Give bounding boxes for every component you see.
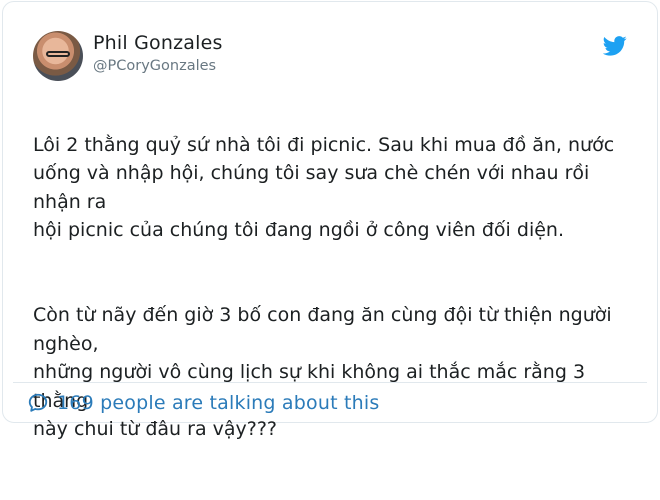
tweet-text: Lôi 2 thằng quỷ sứ nhà tôi đi picnic. Sa… bbox=[33, 102, 639, 500]
talking-count-text[interactable]: 169 people are talking about this bbox=[57, 392, 379, 414]
speech-bubble-icon bbox=[28, 393, 48, 412]
conversation-link[interactable]: 169 people are talking about this bbox=[27, 392, 379, 414]
tweet-card: Phil Gonzales @PCoryGonzales Lôi 2 thằng… bbox=[2, 1, 658, 440]
author-names[interactable]: Phil Gonzales @PCoryGonzales bbox=[93, 30, 223, 76]
tweet-header: Phil Gonzales @PCoryGonzales bbox=[29, 28, 637, 88]
footer-divider bbox=[13, 382, 647, 383]
tweet-paragraph-2: Còn từ nãy đến giờ 3 bố con đang ăn cùng… bbox=[33, 304, 612, 440]
avatar-glasses bbox=[46, 51, 70, 57]
author-handle[interactable]: @PCoryGonzales bbox=[93, 56, 223, 76]
tweet-paragraph-1: Lôi 2 thằng quỷ sứ nhà tôi đi picnic. Sa… bbox=[33, 133, 615, 242]
twitter-bird-icon[interactable] bbox=[603, 36, 627, 56]
avatar[interactable] bbox=[33, 31, 83, 81]
author-display-name[interactable]: Phil Gonzales bbox=[93, 30, 223, 56]
